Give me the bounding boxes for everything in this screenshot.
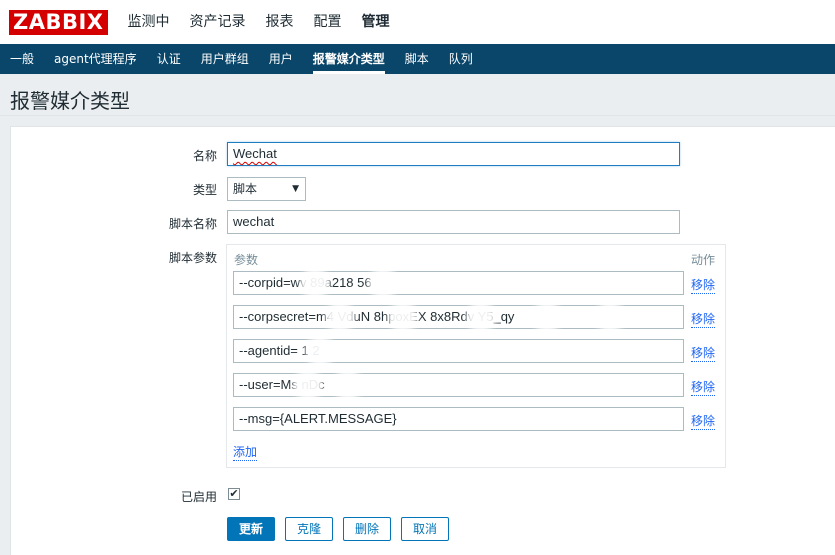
menu-configuration[interactable]: 配置 xyxy=(304,0,352,44)
redaction-blur xyxy=(368,268,398,298)
subnav-queue[interactable]: 队列 xyxy=(439,44,483,74)
checkmark-icon: ✔ xyxy=(229,487,239,500)
subnav-users[interactable]: 用户 xyxy=(259,44,303,74)
page-header: 报警媒介类型 xyxy=(0,74,835,116)
script-name-value: wechat xyxy=(233,214,275,229)
name-input[interactable]: Wechat xyxy=(227,142,680,166)
zabbix-logo[interactable]: ZABBIX xyxy=(9,9,108,35)
redaction-blur xyxy=(388,302,418,332)
name-label: 名称 xyxy=(192,149,217,163)
param-input-3[interactable]: --agentid= 1 2 xyxy=(233,339,684,363)
action-column-header: 动作 xyxy=(691,253,716,267)
redaction-blur xyxy=(333,370,363,400)
redaction-blur xyxy=(595,302,625,332)
sub-navigation: 一般 agent代理程序 认证 用户群组 用户 报警媒介类型 脚本 队列 xyxy=(0,44,835,74)
menu-reports[interactable]: 报表 xyxy=(256,0,304,44)
remove-param-link-5[interactable]: 移除 xyxy=(691,412,716,430)
type-select[interactable]: 脚本 ▼ xyxy=(227,177,306,201)
subnav-authentication[interactable]: 认证 xyxy=(147,44,191,74)
subnav-media-types[interactable]: 报警媒介类型 xyxy=(303,44,395,74)
cancel-button[interactable]: 取消 xyxy=(401,517,449,541)
remove-param-link-4[interactable]: 移除 xyxy=(691,378,716,396)
delete-button[interactable]: 删除 xyxy=(343,517,391,541)
dropdown-arrow-icon: ▼ xyxy=(292,184,299,194)
script-name-input[interactable]: wechat xyxy=(227,210,680,234)
redaction-blur xyxy=(466,302,496,332)
subnav-scripts[interactable]: 脚本 xyxy=(395,44,439,74)
type-select-value: 脚本 xyxy=(233,182,258,196)
menu-inventory[interactable]: 资产记录 xyxy=(180,0,256,44)
params-column-header: 参数 xyxy=(234,253,259,267)
type-label: 类型 xyxy=(192,183,217,197)
top-menu: 监测中 资产记录 报表 配置 管理 xyxy=(118,0,400,44)
remove-param-link-1[interactable]: 移除 xyxy=(691,276,716,294)
subnav-user-groups[interactable]: 用户群组 xyxy=(191,44,259,74)
clone-button[interactable]: 克隆 xyxy=(285,517,333,541)
redaction-blur xyxy=(293,370,323,400)
name-input-value: Wechat xyxy=(233,146,277,161)
subnav-proxies[interactable]: agent代理程序 xyxy=(44,44,147,74)
menu-monitoring[interactable]: 监测中 xyxy=(118,0,180,44)
redaction-blur xyxy=(325,302,355,332)
update-button[interactable]: 更新 xyxy=(227,517,275,541)
script-params-label: 脚本参数 xyxy=(168,251,217,265)
top-navigation: ZABBIX 监测中 资产记录 报表 配置 管理 xyxy=(0,0,835,44)
menu-administration[interactable]: 管理 xyxy=(352,0,400,44)
param-input-5[interactable]: --msg={ALERT.MESSAGE} xyxy=(233,407,684,431)
enabled-label: 已启用 xyxy=(180,490,217,504)
remove-param-link-3[interactable]: 移除 xyxy=(691,344,716,362)
redaction-blur xyxy=(305,336,335,366)
param-value: --msg={ALERT.MESSAGE} xyxy=(239,411,397,426)
remove-param-link-2[interactable]: 移除 xyxy=(691,310,716,328)
enabled-checkbox[interactable]: ✔ xyxy=(228,488,240,500)
add-param-link[interactable]: 添加 xyxy=(233,443,258,461)
page-title: 报警媒介类型 xyxy=(10,89,130,113)
script-name-label: 脚本名称 xyxy=(168,217,217,231)
subnav-general[interactable]: 一般 xyxy=(0,44,44,74)
redaction-blur xyxy=(532,302,562,332)
redaction-blur xyxy=(300,268,330,298)
